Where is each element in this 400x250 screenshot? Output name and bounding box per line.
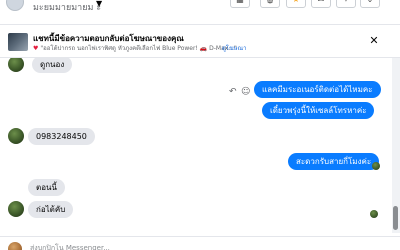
flag-icon: ★ — [292, 0, 299, 4]
mail-icon: ✉ — [318, 0, 325, 4]
top-bar: มะยมมายมายม ะ ▼ ▦ 🗑 ★ ✉ ✧ ⌄ — [0, 0, 400, 25]
message-input[interactable] — [30, 242, 370, 250]
contact-avatar — [8, 201, 24, 217]
scrollbar[interactable] — [392, 58, 400, 233]
message-incoming[interactable]: ดูกนอง — [32, 58, 73, 73]
close-icon[interactable]: ✕ — [367, 34, 381, 48]
seen-avatar — [370, 210, 378, 218]
reply-icon[interactable]: ↶ — [229, 87, 237, 97]
page-name[interactable]: มะยมมายมายม ะ — [33, 0, 101, 14]
inbox-button[interactable]: ▦ — [230, 0, 250, 8]
ad-thumbnail — [8, 33, 28, 51]
scrollbar-thumb[interactable] — [393, 206, 398, 230]
message-outgoing[interactable]: เดี๋ยวพรุ่งนี้ให้เซลล์โทรหาค่ะ — [262, 102, 375, 119]
react-icon[interactable]: ☺ — [241, 87, 250, 97]
message-incoming[interactable]: ก่อไต้คับ — [28, 201, 74, 218]
seen-avatar — [372, 162, 380, 170]
more-button[interactable]: ⌄ — [360, 0, 380, 8]
flag-button[interactable]: ★ — [286, 0, 306, 8]
trash-button[interactable]: 🗑 — [260, 0, 280, 8]
message-incoming[interactable]: 0983248450 — [28, 128, 95, 145]
view-ad-link[interactable]: ดูโฆษณา — [222, 43, 246, 53]
inbox-icon: ▦ — [236, 0, 244, 4]
contact-avatar — [8, 128, 24, 144]
chevron-down-icon[interactable]: ▼ — [96, 0, 102, 8]
composer — [0, 236, 400, 250]
notice-ad-text: "ออโต้ปากรถ นอกไฟเราพิศดู หัวภูงคตีเลือก… — [40, 45, 237, 52]
label-icon: ✧ — [343, 0, 350, 4]
more-icon: ⌄ — [367, 0, 374, 4]
label-button[interactable]: ✧ — [336, 0, 356, 8]
message-outgoing[interactable]: แลคมีมระอเนอร์ติดต่อได้ไหมคะ — [254, 81, 381, 98]
page-avatar[interactable] — [6, 0, 24, 11]
ad-reply-notice: แชทนี้มีข้อความตอบกลับต่อโฆษณาของคุณ ♥ "อ… — [0, 26, 400, 58]
trash-icon: 🗑 — [265, 0, 275, 4]
message-thread: ดูกนอง แลคมีมระอเนอร์ติดต่อได้ไหมคะ เดี๋… — [0, 58, 392, 233]
message-outgoing[interactable]: สะดวกรับสายกี่โมงค่ะ — [288, 153, 380, 170]
mail-button[interactable]: ✉ — [311, 0, 331, 8]
message-incoming[interactable]: ตอนนี้ — [28, 179, 65, 196]
user-avatar — [8, 242, 22, 250]
contact-avatar — [8, 58, 24, 72]
heart-icon: ♥ — [33, 45, 39, 52]
